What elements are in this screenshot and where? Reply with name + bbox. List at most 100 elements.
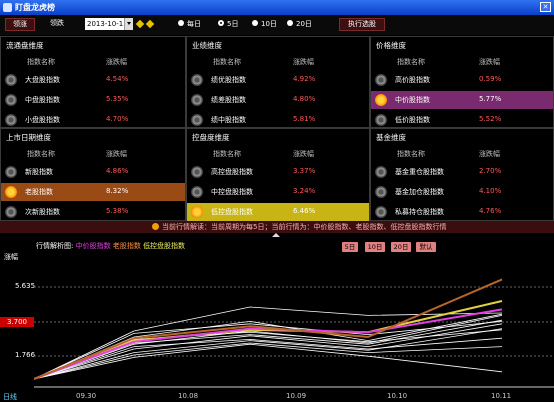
panel-title: 流通盘维度 xyxy=(6,41,44,50)
x-tick-label: 09.30 xyxy=(76,392,97,400)
index-name: 基金加仓股指数 xyxy=(395,188,444,196)
index-row[interactable]: 新股指数 4.86% xyxy=(1,163,185,181)
chevron-down-icon[interactable] xyxy=(124,18,133,30)
gear-icon xyxy=(5,114,17,126)
gear-icon xyxy=(191,74,203,86)
title-bar: 盯盘龙虎榜 ✕ xyxy=(0,0,554,15)
index-name: 中盘股指数 xyxy=(25,96,60,104)
index-change: 3.37% xyxy=(293,167,316,175)
index-row[interactable]: 绩中股指数 5.81% xyxy=(187,111,369,129)
index-row[interactable]: 低价股指数 5.52% xyxy=(371,111,553,129)
index-row[interactable]: 基金加仓股指数 4.10% xyxy=(371,183,553,201)
index-row[interactable]: 基金重仓股指数 2.70% xyxy=(371,163,553,181)
series-line xyxy=(34,342,503,380)
column-header-name: 指数名称 xyxy=(27,150,55,158)
index-change: 5.77% xyxy=(479,95,502,103)
radio-10day[interactable] xyxy=(252,20,258,26)
index-row[interactable]: 中价股指数 5.77% xyxy=(371,91,553,109)
column-header-change: 涨跌幅 xyxy=(293,150,314,158)
index-row[interactable]: 中控盘股指数 3.24% xyxy=(187,183,369,201)
index-name: 次新股指数 xyxy=(25,208,60,216)
index-name: 高控盘股指数 xyxy=(211,168,253,176)
index-row[interactable]: 次新股指数 5.38% xyxy=(1,203,185,221)
index-row[interactable]: 小盘股指数 4.70% xyxy=(1,111,185,129)
collapse-icon[interactable] xyxy=(272,233,280,237)
range-10day-button[interactable]: 10日 xyxy=(365,242,385,252)
gear-icon xyxy=(375,74,387,86)
index-panel: 基金维度 指数名称 涨跌幅 基金重仓股指数 2.70% 基金加仓股指数 4.10% 私募持仓股… xyxy=(370,128,554,221)
trend-chart xyxy=(34,278,554,388)
index-change: 4.54% xyxy=(106,75,129,83)
panel-title: 业绩维度 xyxy=(192,41,222,50)
column-header-name: 指数名称 xyxy=(397,150,425,158)
index-name: 大盘股指数 xyxy=(25,76,60,84)
radio-5day-label: 5日 xyxy=(227,20,239,28)
radio-daily[interactable] xyxy=(178,20,184,26)
radio-5day[interactable] xyxy=(218,20,224,26)
market-interpretation-bar: 当前行情解读：当前周期为每5日；当前行情为：中价股指数、老股指数、低控盘股指数行… xyxy=(0,221,554,233)
x-tick-label: 10.10 xyxy=(387,392,408,400)
index-name: 高价股指数 xyxy=(395,76,430,84)
index-name: 低价股指数 xyxy=(395,116,430,124)
toolbar xyxy=(0,15,554,35)
index-panel: 控盘度维度 指数名称 涨跌幅 高控盘股指数 3.37% 中控盘股指数 3.24% 低控盘股指数… xyxy=(186,128,370,221)
index-row[interactable]: 私募持仓股指数 4.76% xyxy=(371,203,553,221)
market-interpretation-text: 当前行情解读：当前周期为每5日；当前行情为：中价股指数、老股指数、低控盘股指数行… xyxy=(162,223,447,231)
x-tick-label: 10.09 xyxy=(286,392,307,400)
gear-icon xyxy=(191,166,203,178)
index-change: 5.38% xyxy=(106,207,129,215)
gear-icon xyxy=(191,186,203,198)
index-panel: 业绩维度 指数名称 涨跌幅 绩优股指数 4.92% 绩差股指数 4.80% 绩中股指数 5.81… xyxy=(186,36,370,128)
sun-icon xyxy=(375,94,387,106)
sun-icon xyxy=(5,186,17,198)
radio-20day-label: 20日 xyxy=(296,20,312,28)
index-row[interactable]: 高控盘股指数 3.37% xyxy=(187,163,369,181)
index-row[interactable]: 绩差股指数 4.80% xyxy=(187,91,369,109)
index-row[interactable]: 高价股指数 0.59% xyxy=(371,71,553,89)
index-row[interactable]: 老股指数 8.32% xyxy=(1,183,185,201)
index-row[interactable]: 大盘股指数 4.54% xyxy=(1,71,185,89)
index-change: 2.70% xyxy=(479,167,502,175)
range-5day-button[interactable]: 5日 xyxy=(342,242,358,252)
index-name: 绩中股指数 xyxy=(211,116,246,124)
panel-title: 控盘度维度 xyxy=(192,133,230,142)
index-row[interactable]: 中盘股指数 5.35% xyxy=(1,91,185,109)
index-change: 8.32% xyxy=(106,187,129,195)
radio-20day[interactable] xyxy=(287,20,293,26)
index-name: 绩差股指数 xyxy=(211,96,246,104)
column-header-change: 涨跌幅 xyxy=(106,150,127,158)
index-panel: 流通盘维度指数名称 涨跌幅大盘股指数 4.54% 中盘股指数 5.35% 小盘股指数 4.7… xyxy=(0,36,186,128)
index-name: 小盘股指数 xyxy=(25,116,60,124)
index-name: 新股指数 xyxy=(25,168,53,176)
gear-icon xyxy=(375,114,387,126)
index-name: 基金重仓股指数 xyxy=(395,168,444,176)
gainers-button[interactable]: 领涨 xyxy=(5,18,35,31)
y-tick-highlight: 3.700 xyxy=(0,317,34,327)
index-change: 6.46% xyxy=(293,207,316,215)
chart-series-1-name: 中价股指数 xyxy=(75,242,111,250)
chart-y-axis-label: 涨幅 xyxy=(4,253,18,261)
gear-icon xyxy=(5,74,17,86)
gear-icon xyxy=(5,166,17,178)
gear-icon xyxy=(191,94,203,106)
index-name: 私募持仓股指数 xyxy=(395,208,444,216)
warning-icon xyxy=(152,223,159,230)
radio-10day-label: 10日 xyxy=(261,20,277,28)
range-default-button[interactable]: 默认 xyxy=(416,242,436,252)
execute-button[interactable]: 执行选股 xyxy=(339,18,385,31)
range-20day-button[interactable]: 20日 xyxy=(391,242,411,252)
column-header-name: 指数名称 xyxy=(27,58,55,66)
index-row[interactable]: 低控盘股指数 6.46% xyxy=(187,203,369,221)
gear-icon xyxy=(375,166,387,178)
index-name: 绩优股指数 xyxy=(211,76,246,84)
close-icon[interactable]: ✕ xyxy=(540,2,551,12)
index-panel: 价格维度 指数名称 涨跌幅 高价股指数 0.59% 中价股指数 5.77% 低价股指数 5.52… xyxy=(370,36,554,128)
index-row[interactable]: 绩优股指数 4.92% xyxy=(187,71,369,89)
index-change: 5.35% xyxy=(106,95,129,103)
index-change: 4.80% xyxy=(293,95,316,103)
column-header-name: 指数名称 xyxy=(397,58,425,66)
index-change: 3.24% xyxy=(293,187,316,195)
column-header-change: 涨跌幅 xyxy=(106,58,127,66)
losers-button[interactable]: 领跌 xyxy=(42,18,72,31)
chart-series-2-name: 老股指数 xyxy=(112,242,141,250)
